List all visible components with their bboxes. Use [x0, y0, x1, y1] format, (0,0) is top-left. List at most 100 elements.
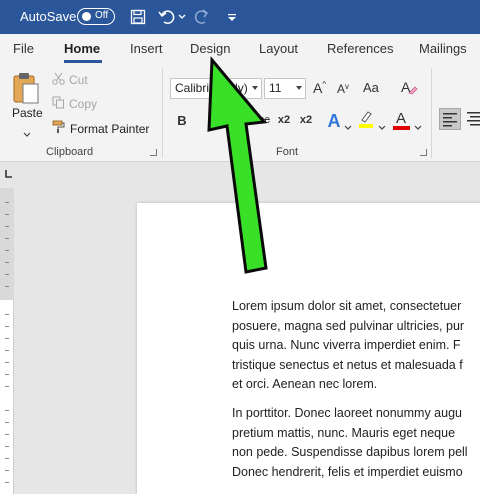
group-separator — [162, 68, 163, 158]
customize-quick-access-icon[interactable] — [226, 6, 238, 28]
font-name-value: Calibri (Body) — [175, 81, 248, 95]
font-size-dropdown-icon — [296, 86, 302, 90]
bold-glyph: B — [177, 112, 187, 128]
align-left-icon — [440, 113, 460, 133]
cut-button[interactable]: Cut — [52, 72, 88, 88]
copy-icon — [52, 96, 65, 112]
ruler-tick — [5, 238, 9, 239]
tab-design[interactable]: Design — [190, 41, 230, 56]
clipboard-dialog-launcher[interactable] — [150, 149, 157, 156]
vertical-ruler[interactable] — [0, 188, 14, 494]
format-painter-button[interactable]: Format Painter — [52, 120, 149, 137]
ruler-tick — [5, 274, 9, 275]
ruler-corner[interactable] — [0, 163, 18, 185]
ruler-tick — [5, 482, 9, 483]
font-color-glyph: A — [395, 109, 406, 127]
align-left-button[interactable] — [439, 108, 461, 130]
save-icon[interactable] — [128, 6, 148, 28]
change-case-glyph: Aa — [363, 80, 379, 95]
font-name-box[interactable]: Calibri (Body) — [170, 78, 262, 99]
format-painter-label: Format Painter — [70, 121, 150, 136]
text-line: non pede. Suspendisse dapibus lorem pell — [232, 445, 468, 459]
font-color-dropdown-icon[interactable] — [414, 118, 422, 136]
text-line: posuere, magna sed pulvinar ultricies, p… — [232, 318, 465, 333]
tab-mailings[interactable]: Mailings — [419, 41, 467, 56]
highlight-button[interactable] — [357, 109, 375, 134]
clipboard-group-label: Clipboard — [46, 146, 94, 158]
clear-formatting-icon: A — [400, 79, 418, 100]
strikethrough-button[interactable]: abc — [250, 110, 272, 130]
tab-references[interactable]: References — [327, 41, 393, 56]
toggle-knob — [82, 12, 91, 21]
paste-dropdown-icon[interactable] — [23, 125, 31, 143]
ruler-tick — [5, 226, 9, 227]
undo-dropdown-icon[interactable] — [177, 6, 187, 28]
font-color-swatch — [393, 126, 410, 130]
text-line: et orci. Aenean nec lorem. — [232, 377, 378, 391]
text-line: In porttitor. Donec laoreet nonummy augu — [232, 406, 462, 420]
ruler-tick — [5, 362, 9, 363]
ruler-tick — [5, 350, 9, 351]
paste-button[interactable]: Paste — [10, 70, 46, 137]
superscript-button[interactable]: x2 — [298, 110, 314, 130]
center-align-button[interactable] — [465, 108, 480, 130]
font-size-value: 11 — [269, 81, 282, 95]
ruler-tick — [5, 338, 9, 339]
ruler-tick — [5, 434, 9, 435]
undo-icon[interactable] — [157, 6, 177, 28]
ruler-tick — [5, 202, 9, 203]
shrink-font-caret-icon: v — [345, 82, 350, 91]
font-size-box[interactable]: 11 — [264, 78, 306, 99]
ruler-tick — [5, 446, 9, 447]
tab-home[interactable]: Home — [64, 41, 100, 56]
subscript-button[interactable]: x2 — [276, 110, 292, 130]
shrink-font-button[interactable]: Av — [337, 82, 349, 96]
ruler-tick — [5, 458, 9, 459]
paste-label: Paste — [12, 106, 43, 120]
text-line: quis urna. Nunc viverra imperdiet enim. … — [232, 338, 461, 352]
document-paragraph[interactable]: In porttitor. Donec laoreet nonummy augu… — [232, 404, 480, 482]
font-group-label: Font — [276, 146, 299, 158]
ruler-tick — [5, 374, 9, 375]
ruler-tick — [5, 326, 9, 327]
subscript-glyph: x2 — [277, 114, 291, 126]
text-effects-button[interactable]: A — [325, 110, 343, 132]
tab-insert[interactable]: Insert — [130, 41, 163, 56]
grow-font-button[interactable]: A^ — [313, 80, 326, 96]
ruler-tick — [5, 386, 9, 387]
tab-stop-icon — [0, 170, 18, 189]
autosave-label: AutoSave — [20, 9, 77, 24]
title-bar: AutoSave Off — [0, 0, 480, 34]
ruler-tick — [5, 470, 9, 471]
text-effects-dropdown-icon[interactable] — [344, 118, 352, 136]
text-effects-glyph: A — [327, 110, 341, 131]
redo-icon[interactable] — [192, 6, 212, 28]
font-dialog-launcher[interactable] — [420, 149, 427, 156]
bold-button[interactable]: B — [175, 110, 189, 130]
group-separator — [431, 68, 432, 158]
document-paragraph[interactable]: Lorem ipsum dolor sit amet, consectetuer… — [232, 297, 480, 395]
tab-file[interactable]: File — [13, 41, 34, 56]
ruler-tick — [5, 250, 9, 251]
copy-button[interactable]: Copy — [52, 96, 97, 112]
active-tab-indicator — [64, 60, 102, 63]
text-line: Lorem ipsum dolor sit amet, consectetuer — [232, 299, 462, 313]
ruler-tick — [5, 286, 9, 287]
font-name-dropdown-icon — [252, 86, 258, 90]
text-line: pretium mattis, nunc. Mauris eget neque — [232, 425, 456, 440]
shrink-font-glyph: A — [337, 82, 346, 96]
cut-label: Cut — [69, 73, 88, 87]
highlight-dropdown-icon[interactable] — [378, 118, 386, 136]
superscript-glyph: x2 — [299, 114, 313, 126]
ribbon-tab-bar: File Home Insert Design Layout Reference… — [0, 34, 480, 64]
grow-font-caret-icon: ^ — [322, 80, 327, 89]
align-center-icon — [465, 112, 480, 132]
font-color-button[interactable]: A — [392, 109, 410, 127]
underline-dropdown-icon[interactable] — [238, 118, 246, 136]
autosave-toggle[interactable]: Off — [77, 8, 115, 25]
change-case-button[interactable]: Aa — [363, 80, 379, 95]
ruler-tick — [5, 214, 9, 215]
ruler-tick — [5, 422, 9, 423]
tab-layout[interactable]: Layout — [259, 41, 298, 56]
clear-formatting-button[interactable]: A — [400, 78, 418, 101]
